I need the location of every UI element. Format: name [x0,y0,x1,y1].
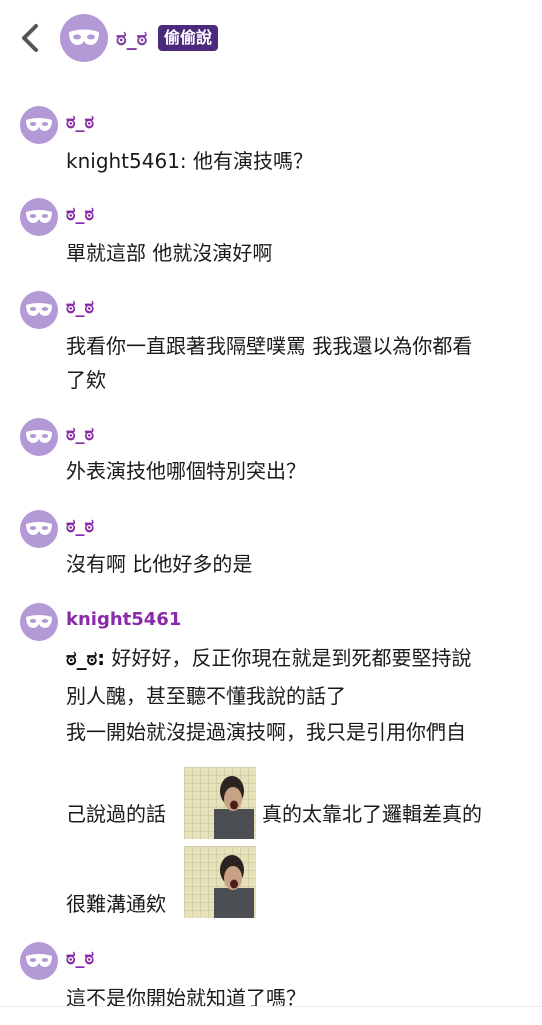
room-name: ಠ_ಠ [116,26,148,50]
back-chevron-icon[interactable] [16,22,46,54]
input-bar-edge [0,1006,542,1025]
mask-icon[interactable] [20,198,58,236]
screaming-man-sticker [184,846,256,918]
sender-name[interactable]: ಠ_ಠ [66,112,94,133]
mask-icon[interactable] [20,510,58,548]
message-text: 別人醜，甚至聽不懂我說的話了 [66,684,346,708]
mask-icon[interactable] [20,291,58,329]
message-text: 很難溝通欸 [66,892,166,916]
message-text: 真的太靠北了邏輯差真的 [262,802,482,826]
message-text: 了欸 [66,368,106,392]
mask-icon[interactable] [20,418,58,456]
anonymous-badge: 偷偷說 [158,25,219,51]
sender-name[interactable]: knight5461 [66,609,181,630]
mask-icon[interactable] [20,942,58,980]
mask-icon[interactable] [20,106,58,144]
mask-icon[interactable] [20,603,58,641]
message-text: 己說過的話 [66,802,166,826]
message-text: 外表演技他哪個特別突出？ [66,459,306,483]
sender-name[interactable]: ಠ_ಠ [66,204,94,225]
sender-name[interactable]: ಠ_ಠ [66,297,94,318]
screaming-man-sticker [184,767,256,839]
sender-name[interactable]: ಠ_ಠ [66,516,94,537]
message-text: ಠ_ಠ: 好好好，反正你現在就是到死都要堅持說 [66,640,472,676]
sender-name[interactable]: ಠ_ಠ [66,424,94,445]
message-text: 我看你一直跟著我隔壁噗罵 我我還以為你都看 [66,334,473,358]
message-text: knight5461: 他有演技嗎？ [66,149,314,173]
message-text: 我一開始就沒提過演技啊，我只是引用你們自 [66,720,466,744]
mask-icon[interactable] [60,14,108,62]
message-line: 好好好，反正你現在就是到死都要堅持說 [111,646,472,670]
sender-name[interactable]: ಠ_ಠ [66,948,94,969]
quote-prefix: ಠ_ಠ: [66,646,106,670]
message-text: 沒有啊 比他好多的是 [66,552,253,576]
message-text: 單就這部 他就沒演好啊 [66,241,273,265]
chat-header: ಠ_ಠ 偷偷說 [0,0,542,78]
